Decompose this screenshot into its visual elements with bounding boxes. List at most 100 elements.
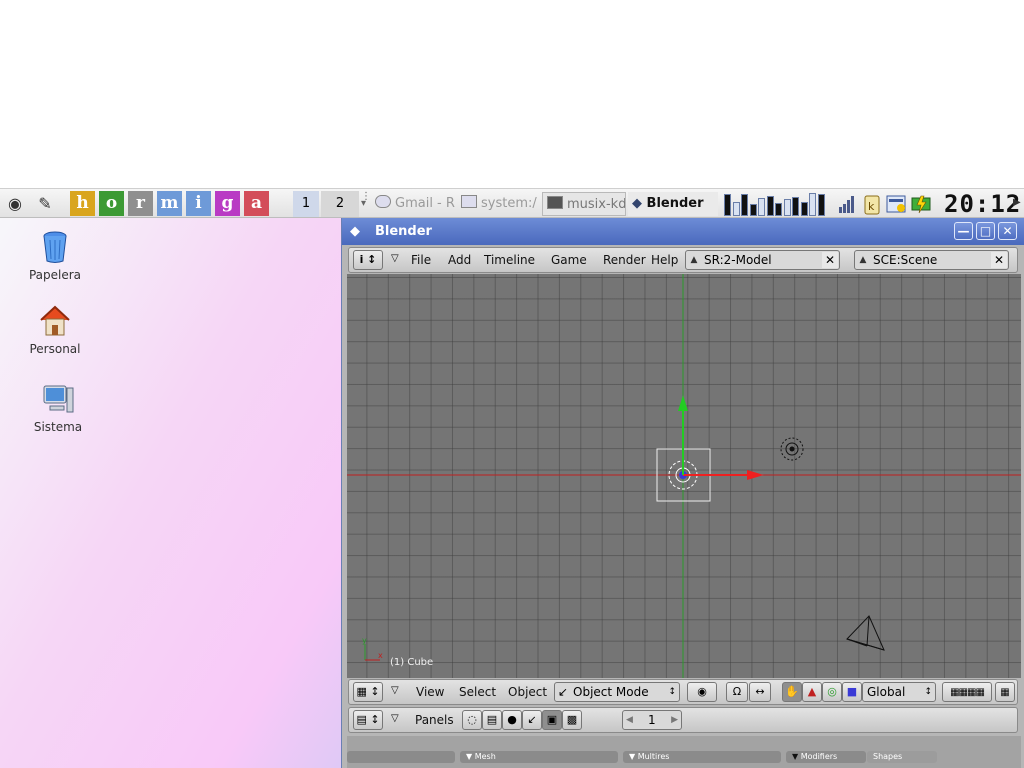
panel-tab-multires[interactable]: ▼ Multires bbox=[623, 751, 781, 763]
layer-buttons[interactable]: ▦▦▦▦ bbox=[942, 682, 992, 702]
pager-desktop-1[interactable]: 1 bbox=[293, 191, 319, 217]
scale-button[interactable]: ■ bbox=[842, 682, 862, 702]
menu-render[interactable]: Render bbox=[603, 253, 646, 267]
cpu-meter-bar bbox=[724, 194, 731, 216]
brush-icon: ✎ bbox=[38, 194, 52, 213]
snap-button[interactable]: ↔ bbox=[749, 682, 771, 702]
logo-letter-a[interactable]: a bbox=[244, 191, 269, 216]
menu-help[interactable]: Help bbox=[651, 253, 678, 267]
clock-label: 20:12 bbox=[944, 190, 1022, 218]
menu-view[interactable]: View bbox=[416, 685, 444, 699]
klipper-icon[interactable]: k bbox=[863, 193, 881, 215]
panel-expand-arrow[interactable]: ▶ bbox=[1013, 197, 1021, 208]
axis-gizmo: y x bbox=[362, 636, 383, 661]
konsole-icon bbox=[547, 196, 563, 209]
panel-tab-shapes[interactable]: Shapes bbox=[867, 751, 937, 763]
menu-file[interactable]: File bbox=[411, 253, 431, 267]
scene-context-button[interactable]: ▩ bbox=[562, 710, 582, 730]
logo-letter-g[interactable]: g bbox=[215, 191, 240, 216]
cpu-meter-bar bbox=[741, 194, 748, 216]
3d-viewport[interactable]: y x (1) Cube bbox=[347, 274, 1021, 678]
rotate-button[interactable]: ◎ bbox=[822, 682, 842, 702]
panel-tab-modifiers-label: Modifiers bbox=[800, 752, 838, 761]
script-context-button[interactable]: ▤ bbox=[482, 710, 502, 730]
cpu-meter-bar bbox=[817, 194, 825, 216]
delete-scene-button[interactable]: ✕ bbox=[991, 252, 1007, 268]
menu-select[interactable]: Select bbox=[459, 685, 496, 699]
maximize-icon: □ bbox=[979, 224, 992, 238]
desktop-icon-personal[interactable]: Personal bbox=[15, 304, 95, 356]
viewport-object-label: (1) Cube bbox=[390, 657, 434, 668]
editor-type-button[interactable]: i ↕ bbox=[353, 250, 383, 270]
window-titlebar[interactable]: ◆ Blender — □ ✕ bbox=[342, 218, 1024, 245]
panel-tab-mesh[interactable]: ▼ Mesh bbox=[460, 751, 618, 763]
task-gmail[interactable]: Gmail - R bbox=[371, 192, 455, 216]
manipulator-toggle-button[interactable]: ✋ bbox=[782, 682, 802, 702]
power-icon[interactable] bbox=[910, 193, 934, 215]
shading-context-button[interactable]: ● bbox=[502, 710, 522, 730]
show-desktop-button[interactable]: ✎ bbox=[34, 194, 56, 214]
menu-add[interactable]: Add bbox=[448, 253, 471, 267]
desktop-icon-sistema[interactable]: Sistema bbox=[18, 382, 98, 434]
editing-context-button[interactable]: ▣ bbox=[542, 710, 562, 730]
logo-letter-i[interactable]: i bbox=[186, 191, 211, 216]
frame-counter[interactable]: ◀ 1 ▶ bbox=[622, 710, 682, 730]
mode-selector[interactable]: ↙ Object Mode ↕ bbox=[554, 682, 680, 702]
window-title: Blender bbox=[375, 224, 432, 239]
layers-icon: ▦▦▦▦ bbox=[950, 687, 985, 698]
signal-icon[interactable] bbox=[838, 194, 856, 214]
layer-lock-button[interactable]: ▦ bbox=[995, 682, 1015, 702]
logic-context-button[interactable]: ◌ bbox=[462, 710, 482, 730]
minimize-button[interactable]: — bbox=[954, 222, 973, 240]
buttons-window-icon: ▤ ↕ bbox=[356, 713, 380, 726]
system-monitor-icon[interactable] bbox=[886, 193, 908, 215]
cpu-meter-bar bbox=[800, 202, 808, 216]
menu-panels[interactable]: Panels bbox=[415, 713, 454, 727]
cpu-meter-bar bbox=[809, 193, 816, 216]
pivot-button[interactable]: Ω bbox=[726, 682, 748, 702]
menu-timeline[interactable]: Timeline bbox=[484, 253, 535, 267]
object-context-button[interactable]: ↙ bbox=[522, 710, 542, 730]
pager-desktop-2[interactable]: 2 bbox=[321, 191, 359, 217]
panel-tab-modifiers[interactable]: ▼ Modifiers bbox=[786, 751, 866, 763]
maximize-button[interactable]: □ bbox=[976, 222, 995, 240]
close-button[interactable]: ✕ bbox=[998, 222, 1017, 240]
sphere-icon: ● bbox=[507, 713, 517, 726]
clock[interactable]: 20:12 bbox=[944, 190, 1021, 218]
camera-object bbox=[846, 615, 885, 651]
panel-tab-link[interactable] bbox=[347, 751, 455, 763]
logo-letter-m[interactable]: m bbox=[157, 191, 182, 216]
scene-selector[interactable]: ▲ SCE:Scene ✕ bbox=[854, 250, 1009, 270]
delete-screen-button[interactable]: ✕ bbox=[822, 252, 838, 268]
menu-game[interactable]: Game bbox=[551, 253, 587, 267]
pivot-icon: Ω bbox=[732, 685, 742, 698]
3d-view-header: ▦ ↕ ▽ View Select Object ↙ Object Mode ↕… bbox=[348, 679, 1018, 705]
logo-letter-o[interactable]: o bbox=[99, 191, 124, 216]
translate-button[interactable]: ▲ bbox=[802, 682, 822, 702]
frame-next-icon[interactable]: ▶ bbox=[671, 711, 678, 729]
draw-type-icon: ◉ bbox=[697, 685, 707, 698]
home-icon bbox=[39, 304, 71, 338]
task-blender[interactable]: ◆ Blender bbox=[628, 192, 718, 216]
editor-type-button-3d[interactable]: ▦ ↕ bbox=[353, 682, 383, 702]
menu-object[interactable]: Object bbox=[508, 685, 547, 699]
logic-icon: ◌ bbox=[467, 713, 477, 726]
trash-icon bbox=[39, 230, 71, 264]
desktop-icon-sistema-label: Sistema bbox=[33, 420, 83, 434]
logo-letter-h[interactable]: h bbox=[70, 191, 95, 216]
header-collapse-icon[interactable]: ▽ bbox=[391, 685, 399, 696]
task-musix[interactable]: musix-kd bbox=[542, 192, 626, 216]
frame-prev-icon[interactable]: ◀ bbox=[626, 711, 633, 729]
kmenu-button[interactable]: ◉ bbox=[4, 194, 26, 214]
header-collapse-icon[interactable]: ▽ bbox=[391, 253, 399, 264]
orientation-selector[interactable]: Global ↕ bbox=[862, 682, 936, 702]
screen-selector[interactable]: ▲ SR:2-Model ✕ bbox=[685, 250, 840, 270]
task-musix-label: musix-kd bbox=[567, 197, 626, 212]
logo-letter-r[interactable]: r bbox=[128, 191, 153, 216]
draw-type-button[interactable]: ◉ bbox=[687, 682, 717, 702]
taskbar-scroll-handle[interactable]: ⋮ ▾ bbox=[361, 192, 371, 215]
desktop-icon-papelera[interactable]: Papelera bbox=[15, 230, 95, 282]
editor-type-button-buttons[interactable]: ▤ ↕ bbox=[353, 710, 383, 730]
task-system[interactable]: system:/ bbox=[457, 192, 541, 216]
header-collapse-icon[interactable]: ▽ bbox=[391, 713, 399, 724]
